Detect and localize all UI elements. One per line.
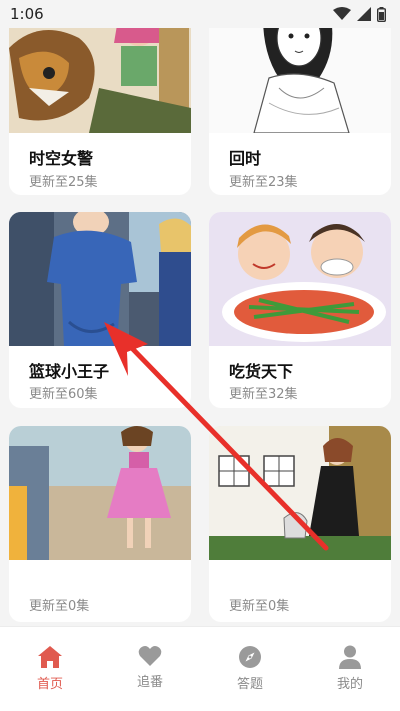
compass-icon xyxy=(239,646,261,668)
comic-title: 篮球小王子 xyxy=(29,362,110,381)
tab-home[interactable]: 首页 xyxy=(0,627,100,711)
wifi-icon xyxy=(333,7,351,20)
comic-update-count: 更新至32集 xyxy=(229,387,298,402)
status-icons xyxy=(333,6,386,22)
cell-signal-icon xyxy=(357,7,371,21)
home-icon xyxy=(38,646,62,668)
comic-card-foodie[interactable]: 吃货天下 更新至32集 xyxy=(209,212,391,408)
comic-cover[interactable] xyxy=(9,426,191,560)
comic-card-5[interactable]: 更新至0集 xyxy=(9,426,191,622)
comic-cover[interactable] xyxy=(209,426,391,560)
comic-update-count: 更新至23集 xyxy=(229,175,298,190)
comic-card-time-police[interactable]: 时空女警 更新至25集 xyxy=(9,0,191,195)
tab-label: 我的 xyxy=(336,677,363,692)
comic-cover[interactable] xyxy=(9,212,191,346)
comic-card-basketball-prince[interactable]: 篮球小王子 更新至60集 xyxy=(9,212,191,408)
tab-label: 追番 xyxy=(136,675,163,690)
bottom-tab-bar: 首页 追番 答题 我的 xyxy=(0,626,400,711)
tab-label: 答题 xyxy=(236,677,263,692)
comic-title: 吃货天下 xyxy=(229,362,294,381)
comic-cover[interactable] xyxy=(209,212,391,346)
comic-card-6[interactable]: 更新至0集 xyxy=(209,426,391,622)
comic-update-count: 更新至0集 xyxy=(29,599,90,614)
comic-update-count: 更新至60集 xyxy=(29,387,98,402)
user-icon xyxy=(339,645,361,669)
comic-title: 回时 xyxy=(229,149,262,168)
tab-label: 首页 xyxy=(36,677,63,692)
tab-mine[interactable]: 我的 xyxy=(300,627,400,711)
comic-title: 时空女警 xyxy=(29,149,94,168)
tab-quiz[interactable]: 答题 xyxy=(200,627,300,711)
battery-icon xyxy=(377,6,386,22)
comic-card-huishi[interactable]: 回时 更新至23集 xyxy=(209,0,391,195)
comic-update-count: 更新至0集 xyxy=(229,599,290,614)
status-bar: 1:06 xyxy=(0,0,400,28)
tab-follow[interactable]: 追番 xyxy=(100,627,200,711)
comic-update-count: 更新至25集 xyxy=(29,175,98,190)
heart-icon xyxy=(138,646,162,666)
comic-grid: 时空女警 更新至25集 回时 更新至23集 篮球小王子 更新至60集 吃货天下 … xyxy=(0,0,400,626)
status-time: 1:06 xyxy=(10,5,44,23)
